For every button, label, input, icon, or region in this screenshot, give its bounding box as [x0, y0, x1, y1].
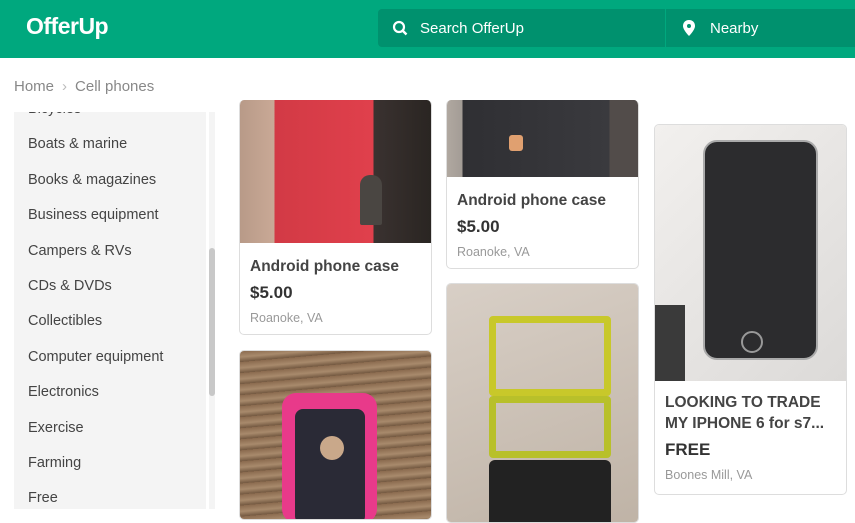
search-placeholder: Search OfferUp	[420, 19, 524, 37]
listing-title: Android phone case	[457, 192, 606, 209]
sidebar-item-exercise[interactable]: Exercise	[14, 411, 206, 446]
sidebar-item-free[interactable]: Free	[14, 481, 206, 509]
sidebar-item-cds[interactable]: CDs & DVDs	[14, 269, 206, 304]
listing-image	[240, 100, 431, 243]
listing-image	[447, 284, 638, 522]
search-icon	[392, 20, 410, 36]
listing-price: $5.00	[250, 283, 293, 302]
sidebar-item-boats[interactable]: Boats & marine	[14, 127, 206, 162]
offerup-logo[interactable]: OfferUp	[26, 13, 109, 40]
listing-card[interactable]: LOOKING TO TRADE MY IPHONE 6 for s7... F…	[654, 124, 847, 495]
listing-image	[447, 100, 638, 177]
location-pin-icon	[682, 20, 700, 36]
sidebar-scrollbar-thumb[interactable]	[209, 248, 215, 396]
sidebar-item-electronics[interactable]: Electronics	[14, 375, 206, 410]
location-selector[interactable]: Nearby	[666, 9, 855, 47]
sidebar-item-business[interactable]: Business equipment	[14, 198, 206, 233]
sidebar-item-computer[interactable]: Computer equipment	[14, 340, 206, 375]
search-input[interactable]: Search OfferUp	[378, 9, 665, 47]
listing-card[interactable]: Android phone case $5.00 Roanoke, VA	[239, 100, 432, 335]
listing-card[interactable]	[239, 350, 432, 520]
listing-title: Android phone case	[250, 258, 399, 275]
category-sidebar: Bicycles Boats & marine Books & magazine…	[14, 112, 206, 509]
sidebar-item-farming[interactable]: Farming	[14, 446, 206, 481]
listing-image	[240, 351, 431, 519]
sidebar-item-collectibles[interactable]: Collectibles	[14, 304, 206, 339]
header: OfferUp Search OfferUp Nearby	[0, 0, 855, 58]
listing-card[interactable]	[446, 283, 639, 523]
listing-image	[655, 125, 846, 381]
breadcrumb-cell-phones[interactable]: Cell phones	[75, 78, 154, 95]
listing-title: LOOKING TO TRADE MY IPHONE 6 for s7...	[665, 394, 825, 432]
breadcrumb: Home › Cell phones	[14, 78, 154, 95]
listing-location: Boones Mill, VA	[665, 468, 753, 482]
listing-price: FREE	[665, 440, 711, 459]
breadcrumb-home[interactable]: Home	[14, 78, 54, 95]
sidebar-item-bicycles[interactable]: Bicycles	[14, 112, 206, 127]
listing-price: $5.00	[457, 217, 500, 236]
location-label: Nearby	[710, 19, 759, 37]
listing-location: Roanoke, VA	[250, 311, 323, 325]
sidebar-item-campers[interactable]: Campers & RVs	[14, 234, 206, 269]
chevron-right-icon: ›	[62, 78, 68, 95]
sidebar-item-books[interactable]: Books & magazines	[14, 163, 206, 198]
listing-card[interactable]: Android phone case $5.00 Roanoke, VA	[446, 100, 639, 269]
listing-location: Roanoke, VA	[457, 245, 530, 259]
